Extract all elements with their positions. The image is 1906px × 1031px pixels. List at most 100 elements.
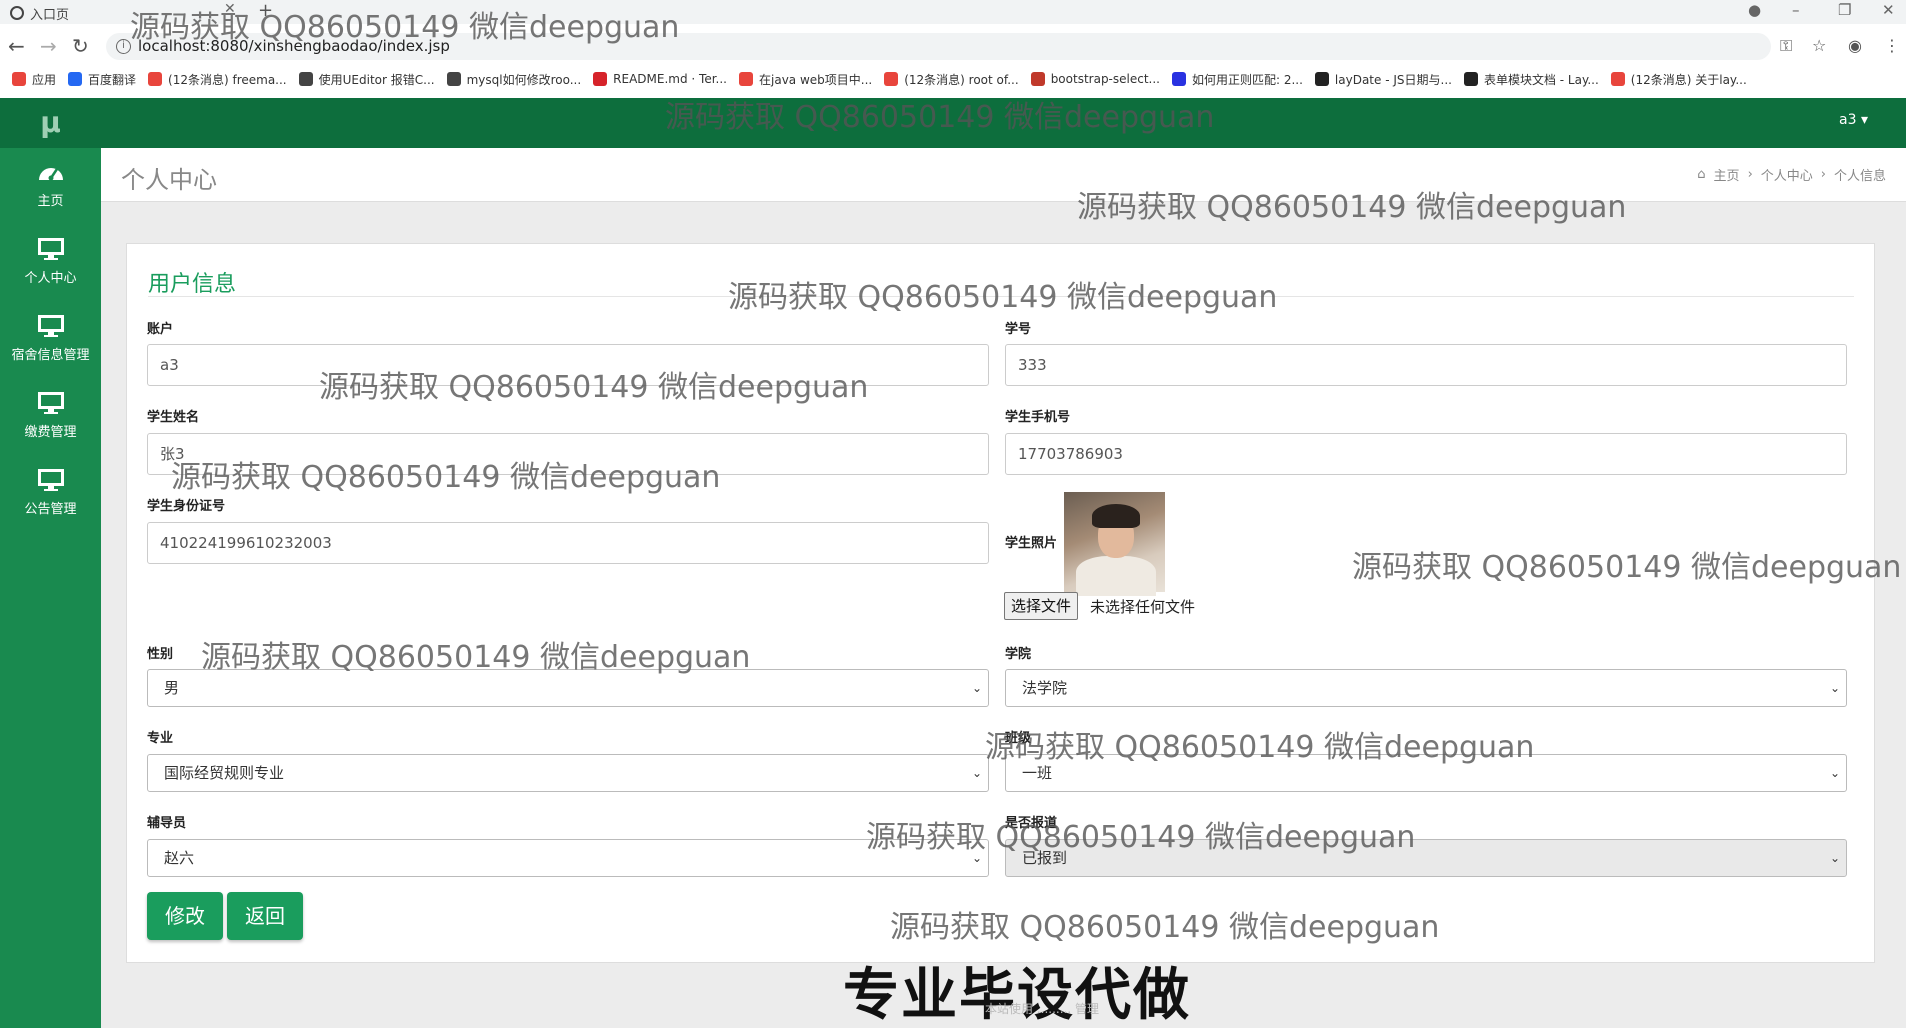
sidebar-item-label: 宿舍信息管理 xyxy=(11,348,90,363)
bookmark-favicon-icon xyxy=(593,72,608,86)
major-select[interactable]: 国际经贸规则专业 ⌄ xyxy=(147,754,989,792)
breadcrumb-profile[interactable]: 个人中心 xyxy=(1761,165,1813,184)
bookmark-label: bootstrap-select... xyxy=(1050,72,1160,86)
sidebar-item-dorm[interactable]: 宿舍信息管理 xyxy=(0,302,101,379)
globe-icon xyxy=(10,6,24,20)
bookmark-item[interactable]: layDate - JS日期与... xyxy=(1314,71,1452,88)
bookmark-favicon-icon xyxy=(298,72,313,86)
bookmark-item[interactable]: (12条消息) freema... xyxy=(148,71,287,88)
bookmark-item[interactable]: (12条消息) root of... xyxy=(884,71,1019,88)
home-icon: ⌂ xyxy=(1697,167,1706,182)
name-label: 学生姓名 xyxy=(147,410,200,425)
banner-watermark: 专业毕设代做 xyxy=(843,963,1191,1028)
bookmark-item[interactable]: 使用UEditor 报错C... xyxy=(298,71,435,88)
browser-tab[interactable]: 入口页 xyxy=(10,2,69,24)
bookmark-label: mysql如何修改roo... xyxy=(466,72,582,87)
bookmark-favicon-icon xyxy=(446,72,461,86)
bookmark-item[interactable]: 表单模块文档 - Lay... xyxy=(1463,71,1599,88)
bookmark-label: 如何用正则匹配: 2... xyxy=(1191,72,1303,87)
chevron-down-icon: ⌄ xyxy=(971,681,982,695)
page-title: 个人中心 xyxy=(121,166,217,194)
bookmark-item[interactable]: 在java web项目中... xyxy=(739,71,872,88)
info-icon[interactable]: i xyxy=(116,39,131,54)
bookmark-item[interactable]: README.md · Ter... xyxy=(593,72,727,86)
sidebar-item-label: 主页 xyxy=(37,194,64,209)
key-icon[interactable]: ⚿ xyxy=(1780,36,1792,56)
account-icon[interactable]: ◉ xyxy=(1848,36,1862,55)
sidebar: μ 主页 个人中心 宿舍信息管理 缴费管理 公告管理 xyxy=(0,98,101,1028)
monitor-icon xyxy=(37,392,64,414)
sidebar-item-label: 公告管理 xyxy=(24,502,77,517)
sidebar-item-profile[interactable]: 个人中心 xyxy=(0,225,101,302)
more-icon[interactable]: ⋮ xyxy=(1884,36,1900,55)
bookmark-item[interactable]: bootstrap-select... xyxy=(1030,72,1160,86)
watermark-text: 源码获取 QQ86050149 微信deepguan xyxy=(665,100,1215,135)
choose-file-button[interactable]: 选择文件 xyxy=(1004,592,1079,620)
bookmark-item[interactable]: 应用 xyxy=(12,71,56,88)
tab-title: 入口页 xyxy=(30,7,70,23)
sidebar-item-fees[interactable]: 缴费管理 xyxy=(0,379,101,456)
watermark-text: 源码获取 QQ86050149 微信deepguan xyxy=(201,640,751,675)
bookmark-item[interactable]: 百度翻译 xyxy=(68,71,136,88)
file-status: 未选择任何文件 xyxy=(1090,598,1196,616)
monitor-icon xyxy=(37,315,64,337)
idcard-label: 学生身份证号 xyxy=(147,499,226,514)
bookmark-favicon-icon xyxy=(148,72,163,86)
bookmark-favicon-icon xyxy=(68,72,83,86)
major-value: 国际经贸规则专业 xyxy=(164,764,285,782)
close-window-icon[interactable]: ✕ xyxy=(1882,1,1895,19)
bookmark-favicon-icon xyxy=(1463,72,1478,86)
phone-input[interactable]: 17703786903 xyxy=(1005,433,1847,475)
logo: μ xyxy=(0,98,101,148)
sidebar-item-label: 缴费管理 xyxy=(24,425,77,440)
photo-label: 学生照片 xyxy=(1005,536,1058,551)
dashboard-icon xyxy=(38,168,63,181)
profile-menu-icon[interactable]: ● xyxy=(1748,1,1761,19)
bookmark-label: 表单模块文档 - Lay... xyxy=(1483,72,1599,87)
bookmark-item[interactable]: mysql如何修改roo... xyxy=(446,71,582,88)
footer-text: 本站使用 ......... 管理 xyxy=(985,1002,1099,1016)
gender-value: 男 xyxy=(164,679,180,697)
breadcrumb-info: 个人信息 xyxy=(1833,169,1886,184)
watermark-text: 源码获取 QQ86050149 微信deepguan xyxy=(866,820,1416,855)
chevron-right-icon: › xyxy=(1820,167,1826,182)
bookmark-label: README.md · Ter... xyxy=(613,72,727,86)
counselor-label: 辅导员 xyxy=(147,816,187,831)
bookmark-favicon-icon xyxy=(739,72,753,86)
sidebar-item-home[interactable]: 主页 xyxy=(0,148,101,225)
minimize-icon[interactable]: – xyxy=(1792,1,1800,19)
sidebar-item-label: 个人中心 xyxy=(24,271,77,286)
class-value: 一班 xyxy=(1022,764,1053,782)
phone-label: 学生手机号 xyxy=(1005,410,1071,425)
gender-label: 性别 xyxy=(147,647,174,662)
bookmark-item[interactable]: (12条消息) 关于lay... xyxy=(1610,71,1747,88)
back-button[interactable]: 返回 xyxy=(227,892,303,940)
counselor-select[interactable]: 赵六 ⌄ xyxy=(147,839,989,877)
star-icon[interactable]: ☆ xyxy=(1812,36,1826,55)
monitor-icon xyxy=(37,238,64,260)
edit-button[interactable]: 修改 xyxy=(147,892,223,940)
page-header: 个人中心 ⌂ 主页 › 个人中心 › 个人信息 xyxy=(101,148,1906,202)
major-label: 专业 xyxy=(147,731,174,746)
student-no-input[interactable]: 333 xyxy=(1005,344,1847,386)
watermark-text: 源码获取 QQ86050149 微信deepguan xyxy=(319,370,869,405)
college-select[interactable]: 法学院 ⌄ xyxy=(1005,669,1847,707)
college-value: 法学院 xyxy=(1022,679,1068,697)
bookmark-favicon-icon xyxy=(884,72,899,86)
user-menu[interactable]: a3 ▾ xyxy=(1839,112,1868,128)
bookmark-label: (12条消息) 关于lay... xyxy=(1630,72,1747,87)
breadcrumb: ⌂ 主页 › 个人中心 › 个人信息 xyxy=(1697,165,1886,184)
counselor-value: 赵六 xyxy=(164,849,195,867)
watermark-text: 源码获取 QQ86050149 微信deepguan xyxy=(130,10,680,45)
sidebar-item-notice[interactable]: 公告管理 xyxy=(0,456,101,533)
forward-icon[interactable]: → xyxy=(40,34,57,58)
back-icon[interactable]: ← xyxy=(8,34,25,58)
reload-icon[interactable]: ↻ xyxy=(72,34,89,58)
bookmark-item[interactable]: 如何用正则匹配: 2... xyxy=(1171,71,1303,88)
student-no-label: 学号 xyxy=(1005,322,1032,337)
watermark-text: 源码获取 QQ86050149 微信deepguan xyxy=(890,910,1440,945)
idcard-input[interactable]: 410224199610232003 xyxy=(147,522,989,564)
breadcrumb-home[interactable]: 主页 xyxy=(1714,165,1740,184)
restore-icon[interactable]: ❐ xyxy=(1838,1,1851,19)
watermark-text: 源码获取 QQ86050149 微信deepguan xyxy=(728,280,1278,315)
